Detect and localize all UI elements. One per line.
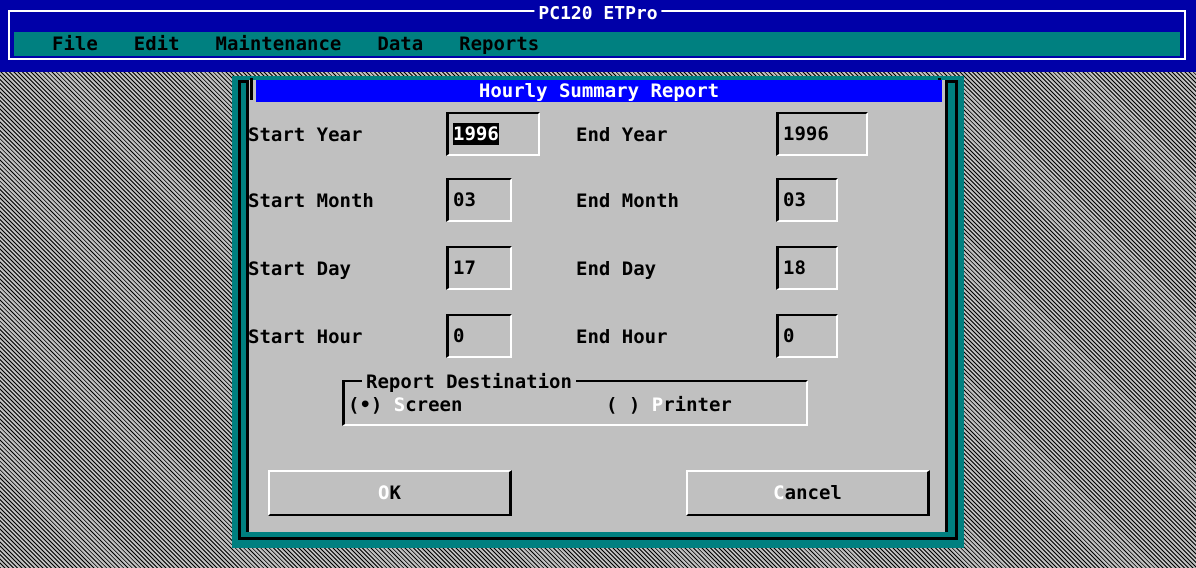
cancel-button[interactable]: Cancel xyxy=(686,470,930,516)
cancel-hotkey: C xyxy=(773,482,785,504)
start-day-label: Start Day xyxy=(248,258,351,280)
menu-maintenance[interactable]: Maintenance xyxy=(196,32,358,56)
start-year-input[interactable]: 1996 xyxy=(446,112,540,156)
app-window-frame: PC120 ETPro File Edit Maintenance Data R… xyxy=(0,0,1196,72)
start-hour-input[interactable]: 0 xyxy=(446,314,512,358)
dialog-titlebar: Hourly Summary Report xyxy=(256,80,942,102)
start-month-label: Start Month xyxy=(248,190,374,212)
end-day-label: End Day xyxy=(576,258,657,280)
radio-printer-mark: ( ) xyxy=(606,394,641,416)
report-destination-title: Report Destination xyxy=(362,371,576,393)
end-year-input[interactable]: 1996 xyxy=(776,112,868,156)
menu-bar: File Edit Maintenance Data Reports xyxy=(14,32,1180,56)
app-title: PC120 ETPro xyxy=(534,4,662,24)
radio-screen-mark: (•) xyxy=(348,394,383,416)
start-hour-label: Start Hour xyxy=(248,326,363,348)
end-month-label: End Month xyxy=(576,190,679,212)
start-year-label: Start Year xyxy=(248,124,363,146)
radio-screen-label: creen xyxy=(405,394,463,416)
radio-printer[interactable]: ( ) Printer xyxy=(606,394,732,416)
start-month-input[interactable]: 03 xyxy=(446,178,512,222)
menu-edit[interactable]: Edit xyxy=(114,32,196,56)
ok-button[interactable]: OK xyxy=(268,470,512,516)
menu-data[interactable]: Data xyxy=(357,32,439,56)
radio-printer-label: rinter xyxy=(663,394,732,416)
radio-screen-hotkey: S xyxy=(393,394,406,416)
radio-printer-hotkey: P xyxy=(651,394,664,416)
menu-file[interactable]: File xyxy=(14,32,114,56)
end-hour-label: End Hour xyxy=(576,326,668,348)
ok-hotkey: O xyxy=(378,482,390,504)
end-year-label: End Year xyxy=(576,124,668,146)
menu-reports[interactable]: Reports xyxy=(439,32,555,56)
start-day-input[interactable]: 17 xyxy=(446,246,512,290)
ok-label: K xyxy=(389,482,401,504)
radio-screen[interactable]: (•) Screen xyxy=(348,394,462,416)
cancel-label: ancel xyxy=(784,482,842,504)
end-hour-input[interactable]: 0 xyxy=(776,314,838,358)
end-month-input[interactable]: 03 xyxy=(776,178,838,222)
dialog-title: Hourly Summary Report xyxy=(478,80,720,102)
end-day-input[interactable]: 18 xyxy=(776,246,838,290)
